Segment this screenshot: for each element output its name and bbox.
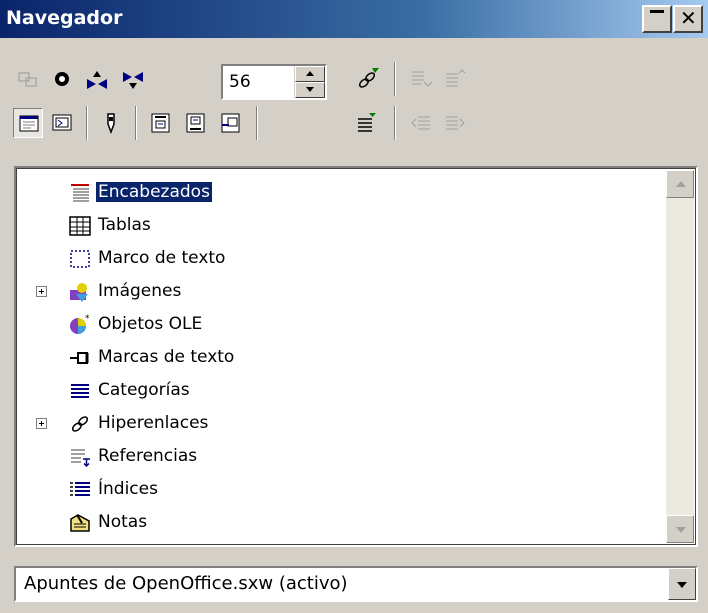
indexes-icon <box>70 482 90 496</box>
svg-text:*: * <box>85 314 90 324</box>
scroll-up-button[interactable] <box>666 170 694 198</box>
tree-item-label: Índices <box>98 479 158 499</box>
hyperlink-icon <box>71 416 89 432</box>
tree-item-label: Marco de texto <box>98 248 226 268</box>
page-number-spinner[interactable]: 56 <box>221 64 327 100</box>
header-button[interactable] <box>146 108 176 138</box>
toolbar-separator <box>394 106 396 140</box>
arrow-up-icon <box>306 71 314 76</box>
expand-icon[interactable] <box>36 418 47 429</box>
tree-item-label: Notas <box>98 512 148 532</box>
toolbar-separator <box>135 106 137 140</box>
footer-button[interactable] <box>181 108 211 138</box>
expand-icon[interactable] <box>36 286 47 297</box>
toolbar-separator <box>86 106 88 140</box>
anchor-text-icon <box>221 113 240 133</box>
demote-level-icon <box>446 69 466 87</box>
spinner-up-button[interactable] <box>295 66 325 82</box>
previous-icon <box>87 71 107 89</box>
arrow-up-icon <box>676 181 686 187</box>
bookmark-icon <box>70 352 89 364</box>
scroll-down-button[interactable] <box>666 515 694 543</box>
table-icon <box>69 216 91 236</box>
demote-level-button[interactable] <box>440 64 470 94</box>
references-icon <box>71 449 90 468</box>
navigation-icon <box>18 72 37 87</box>
drag-mode-button[interactable] <box>352 64 382 94</box>
ole-object-icon: * <box>70 314 90 334</box>
next-button[interactable] <box>117 64 147 94</box>
chevron-down-icon <box>677 582 687 588</box>
heading-levels-button[interactable] <box>352 108 382 138</box>
demote-chapter-button[interactable] <box>440 108 470 138</box>
vertical-scrollbar[interactable] <box>666 170 694 543</box>
tree-item-label: Tablas <box>98 215 151 235</box>
promote-level-button[interactable] <box>406 64 436 94</box>
content-tree[interactable]: Encabezados Tablas Marco de texto Imágen… <box>14 166 698 547</box>
categories-icon <box>71 384 89 398</box>
navigation-toggle-button[interactable] <box>13 64 43 94</box>
title-bar[interactable]: Navegador ✕ <box>0 0 708 38</box>
spinner-down-button[interactable] <box>295 82 325 98</box>
tree-item-label: Marcas de texto <box>98 347 235 367</box>
dropdown-button[interactable] <box>668 568 696 600</box>
tree-item-label: Categorías <box>98 380 190 400</box>
content-view-button[interactable] <box>13 108 43 138</box>
footer-icon <box>186 113 205 133</box>
promote-chapter-icon <box>411 116 430 130</box>
notes-icon <box>70 514 90 532</box>
anchor-text-button[interactable] <box>216 108 246 138</box>
promote-level-icon <box>412 71 433 87</box>
arrow-down-icon <box>676 527 686 533</box>
drag-link-icon <box>358 68 379 88</box>
demote-chapter-icon <box>446 116 465 130</box>
text-frame-icon <box>70 250 90 268</box>
navigation-button[interactable] <box>47 64 77 94</box>
tree-item-label: Hiperenlaces <box>98 413 209 433</box>
content-view-icon <box>19 115 39 132</box>
toolbar-separator <box>394 62 396 96</box>
close-button[interactable]: ✕ <box>673 5 703 33</box>
toolbar-separator <box>256 106 258 140</box>
document-selector[interactable]: Apuntes de OpenOffice.sxw (activo) <box>14 566 698 602</box>
tree-item-label: Referencias <box>98 446 198 466</box>
tree-item-label: Objetos OLE <box>98 314 203 334</box>
headings-icon <box>71 184 89 202</box>
page-number-value[interactable]: 56 <box>229 72 251 92</box>
toolbox-button[interactable] <box>47 108 77 138</box>
next-icon <box>123 72 143 89</box>
arrow-down-icon <box>306 87 314 92</box>
document-selector-value: Apuntes de OpenOffice.sxw (activo) <box>24 573 348 594</box>
window-title: Navegador <box>6 7 123 29</box>
minimize-button[interactable] <box>642 5 672 33</box>
heading-levels-icon <box>358 113 376 132</box>
images-icon <box>70 283 88 302</box>
tree-item-label: Encabezados <box>96 182 212 202</box>
reminder-button[interactable] <box>96 108 126 138</box>
navigation-circle-icon <box>55 72 69 86</box>
promote-chapter-button[interactable] <box>406 108 436 138</box>
tree-item-label: Imágenes <box>98 281 182 301</box>
previous-button[interactable] <box>81 64 111 94</box>
header-icon <box>151 113 170 133</box>
toolbox-icon <box>52 114 72 131</box>
close-icon: ✕ <box>680 6 697 30</box>
reminder-icon <box>107 113 115 135</box>
